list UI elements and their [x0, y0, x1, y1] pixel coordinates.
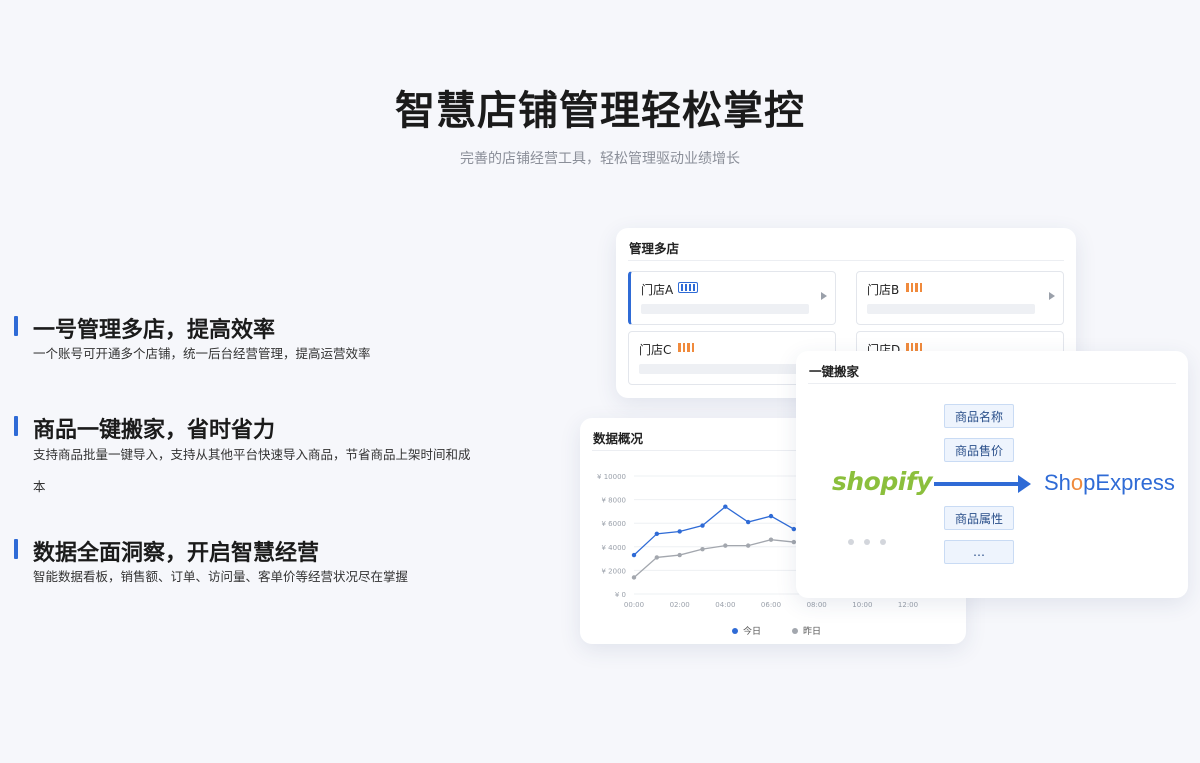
store-a[interactable]: 门店A: [628, 271, 836, 325]
dot-indicator: [864, 539, 870, 545]
data-point: [631, 575, 637, 580]
move-card-title: 一键搬家: [809, 364, 860, 379]
y-tick-label: ¥ 4000: [602, 544, 627, 552]
arrow-head-icon: [1018, 475, 1031, 493]
data-point: [768, 513, 774, 519]
store-placeholder-bar: [867, 304, 1035, 314]
data-point: [677, 529, 682, 534]
x-tick-label: 08:00: [807, 601, 827, 609]
feature-description: 智能数据看板，销售额、订单、访问量、客单价等经营状况尽在掌握: [33, 569, 409, 584]
store-b[interactable]: 门店B: [856, 271, 1064, 325]
field-product-name[interactable]: 商品名称: [944, 404, 1014, 428]
play-arrow-icon[interactable]: [1049, 292, 1055, 300]
shopexpress-logo: ShopExpress: [1044, 470, 1175, 496]
page-subtitle: 完善的店铺经营工具，轻松管理驱动业绩增长: [460, 151, 740, 167]
data-point: [745, 519, 751, 525]
y-tick-label: ¥ 6000: [602, 520, 627, 528]
store-name: 门店C: [639, 343, 672, 357]
logo-part: pExpress: [1083, 470, 1175, 495]
legend-label: 今日: [743, 627, 762, 637]
x-tick-label: 12:00: [898, 601, 918, 609]
data-point: [723, 543, 728, 548]
legend-dot: [732, 627, 738, 634]
x-tick-label: 04:00: [715, 601, 735, 609]
store-placeholder-bar: [641, 304, 809, 314]
feature-description: 支持商品批量一键导入，支持从其他平台快速导入商品，节省商品上架时间和成本: [33, 447, 471, 494]
data-point: [745, 543, 751, 548]
logo-part: Sh: [1044, 470, 1071, 495]
x-tick-label: 02:00: [670, 601, 690, 609]
data-point: [654, 555, 660, 560]
divider: [628, 260, 1064, 261]
page-title: 智慧店铺管理轻松掌控: [395, 88, 805, 134]
legend-label: 昨日: [803, 627, 822, 637]
data-point: [768, 537, 774, 542]
x-tick-label: 10:00: [852, 601, 872, 609]
feature-accent-bar: [14, 416, 18, 436]
legend-today: 今日: [732, 624, 761, 637]
x-tick-label: 00:00: [624, 601, 644, 609]
y-tick-label: ¥ 2000: [602, 567, 627, 575]
data-point: [654, 531, 660, 537]
field-product-price[interactable]: 商品售价: [944, 438, 1014, 462]
field-more[interactable]: …: [944, 540, 1014, 564]
data-point: [723, 504, 728, 509]
battery-low-icon: [904, 282, 924, 293]
x-tick-label: 06:00: [761, 601, 781, 609]
data-point: [631, 552, 637, 558]
product-move-card: 一键搬家 商品名称 商品售价 商品属性 … shopify ShopExpres…: [796, 351, 1188, 598]
store-placeholder-bar: [639, 364, 807, 374]
data-point: [677, 552, 682, 558]
dot-indicator: [848, 539, 854, 545]
shopify-logo: shopify: [832, 467, 933, 496]
logo-part-o: o: [1070, 470, 1084, 495]
stores-card-title: 管理多店: [629, 241, 680, 256]
feature-accent-bar: [14, 316, 18, 336]
play-arrow-icon[interactable]: [821, 292, 827, 300]
battery-low-icon: [676, 342, 696, 353]
y-tick-label: ¥ 10000: [597, 473, 626, 481]
feature-description: 一个账号可开通多个店铺，统一后台经营管理，提高运营效率: [33, 346, 371, 361]
feature-accent-bar: [14, 539, 18, 559]
store-name: 门店B: [867, 283, 900, 297]
y-tick-label: ¥ 8000: [602, 497, 627, 505]
data-point: [700, 523, 705, 528]
y-tick-label: ¥ 0: [615, 591, 626, 599]
divider: [808, 383, 1176, 384]
data-point: [700, 546, 705, 552]
legend-dot: [792, 627, 798, 634]
legend-yesterday: 昨日: [792, 624, 821, 637]
store-name: 门店A: [641, 283, 674, 297]
dot-indicator: [880, 539, 886, 545]
battery-full-icon: [678, 282, 698, 293]
arrow-right-icon: [934, 482, 1020, 486]
field-product-attributes[interactable]: 商品属性: [944, 506, 1014, 530]
